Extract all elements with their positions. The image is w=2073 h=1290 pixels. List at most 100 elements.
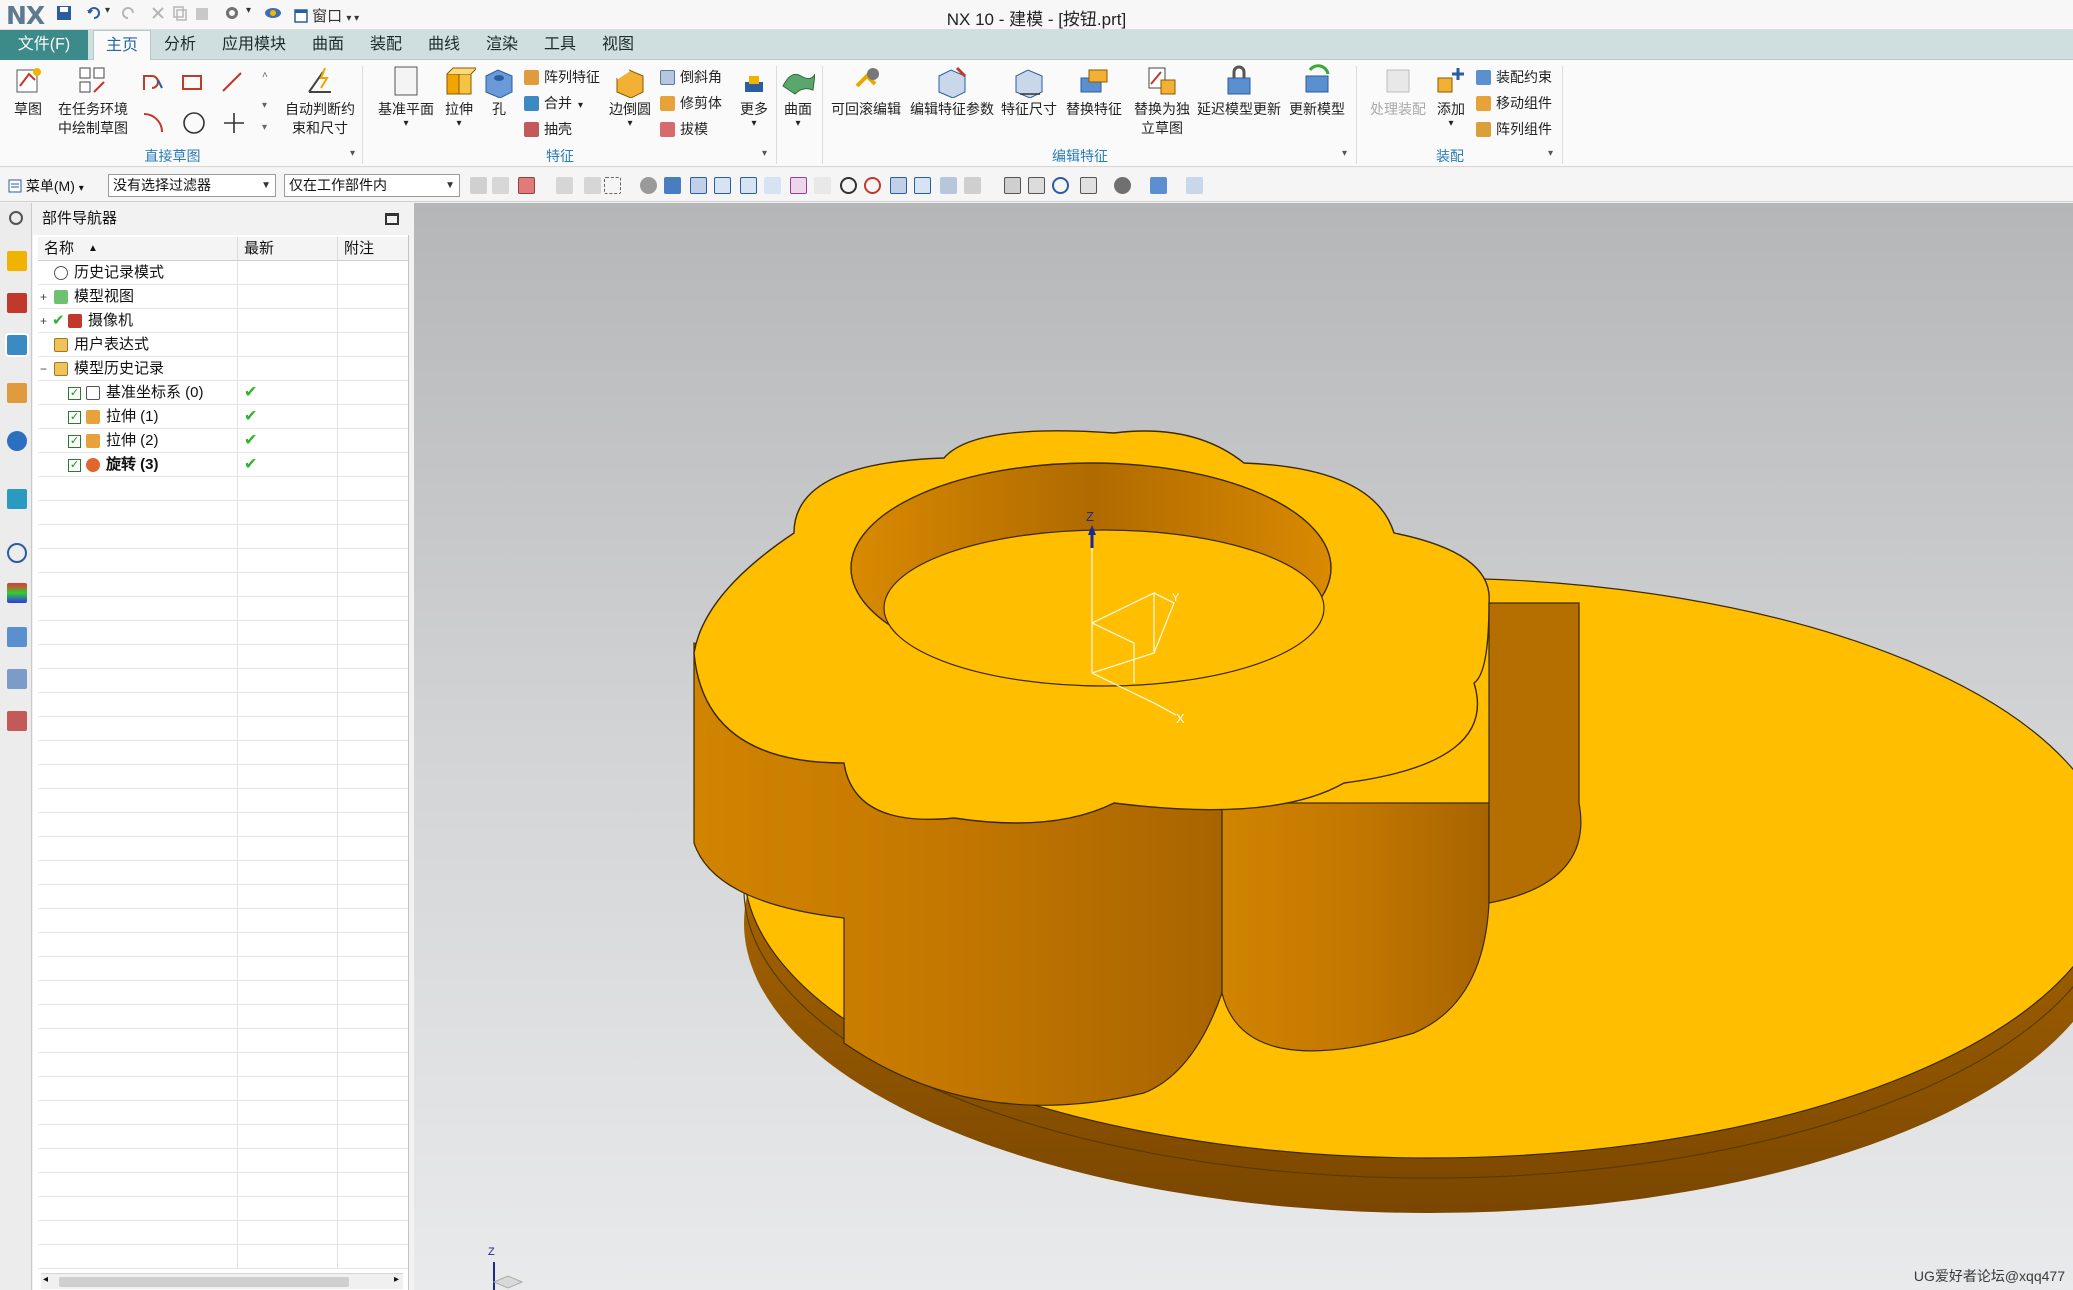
unite-button[interactable]: 合并 ▾ xyxy=(524,92,583,114)
column-name[interactable]: 名称 ▲ xyxy=(38,237,238,261)
group-assembly-menu-icon[interactable]: ▾ xyxy=(1548,148,1553,159)
point-icon[interactable] xyxy=(221,110,247,140)
column-note[interactable]: 附注 xyxy=(338,237,408,261)
sketch-button[interactable]: 草图 xyxy=(6,64,50,119)
part-navigator-icon[interactable] xyxy=(5,333,29,357)
snap-existing-point-icon[interactable] xyxy=(890,177,907,194)
tree-row[interactable]: ✓ 拉伸 (1) ✔ xyxy=(38,405,408,429)
tab-curve[interactable]: 曲线 xyxy=(418,30,470,60)
tree-row[interactable]: + 模型视图 xyxy=(38,285,408,309)
render-style-icon[interactable] xyxy=(1114,177,1131,194)
assembly-constraint-button[interactable]: 装配约束 xyxy=(1476,66,1552,88)
roles-icon[interactable] xyxy=(7,711,27,731)
manufacturing-wizard-icon[interactable] xyxy=(7,669,27,689)
maximize-icon[interactable] xyxy=(385,213,399,225)
snap-quadrant-icon[interactable] xyxy=(864,177,881,194)
select-solid-icon[interactable] xyxy=(664,177,681,194)
tree-row[interactable]: + ✔ 摄像机 xyxy=(38,309,408,333)
tab-application[interactable]: 应用模块 xyxy=(212,30,296,60)
snap-end-icon[interactable] xyxy=(714,177,731,194)
datum-plane-button[interactable]: 基准平面 ▾ xyxy=(370,64,442,129)
add-component-button[interactable]: 添加 ▾ xyxy=(1432,64,1470,129)
selection-filter-select[interactable]: 没有选择过滤器 ▼ xyxy=(108,174,276,197)
snap-intersect-icon[interactable] xyxy=(790,177,807,194)
tab-tools[interactable]: 工具 xyxy=(534,30,586,60)
tree-row[interactable]: ✓ 拉伸 (2) ✔ xyxy=(38,429,408,453)
snap-perp-icon[interactable] xyxy=(814,177,831,194)
tab-render[interactable]: 渲染 xyxy=(476,30,528,60)
rectangle-select-icon[interactable] xyxy=(604,177,621,194)
shell-button[interactable]: 抽壳 xyxy=(524,118,572,140)
select-curve-icon[interactable] xyxy=(584,177,601,194)
view-fit-icon[interactable] xyxy=(1004,177,1021,194)
tab-analysis[interactable]: 分析 xyxy=(153,30,207,60)
web-browser-icon[interactable] xyxy=(7,489,27,509)
rollback-edit-button[interactable]: 可回滚编辑 xyxy=(826,64,906,119)
replace-feature-button[interactable]: 替换特征 xyxy=(1062,64,1126,119)
arc-icon[interactable] xyxy=(140,110,166,140)
reuse-library-icon[interactable] xyxy=(7,383,27,403)
tree-row[interactable]: − 模型历史记录 xyxy=(38,357,408,381)
move-component-button[interactable]: 移动组件 xyxy=(1476,92,1552,114)
select-face-icon[interactable] xyxy=(518,177,535,194)
surface-button[interactable]: 曲面 ▾ xyxy=(780,64,816,129)
tree-row[interactable]: 用户表达式 xyxy=(38,333,408,357)
settings-icon[interactable] xyxy=(9,211,23,225)
column-latest[interactable]: 最新 xyxy=(238,237,338,261)
chamfer-button[interactable]: 倒斜角 xyxy=(660,66,722,88)
view-orientation-icon[interactable] xyxy=(1080,177,1097,194)
select-point-icon[interactable] xyxy=(640,177,657,194)
scroll-right-icon[interactable]: ▸ xyxy=(394,1274,399,1285)
snap-grid-icon[interactable] xyxy=(690,177,707,194)
process-assembly-button[interactable]: 处理装配 xyxy=(1362,64,1434,119)
circle-icon[interactable] xyxy=(181,110,207,140)
part-model-render[interactable]: Z X Y Z xyxy=(414,203,2073,1290)
tab-view[interactable]: 视图 xyxy=(592,30,644,60)
visibility-checkbox[interactable]: ✓ xyxy=(68,459,81,472)
history-icon[interactable] xyxy=(7,543,27,563)
select-feature-icon[interactable] xyxy=(470,177,487,194)
tab-assembly[interactable]: 装配 xyxy=(360,30,412,60)
scroll-left-icon[interactable]: ◂ xyxy=(43,1274,48,1285)
snap-center-icon[interactable] xyxy=(840,177,857,194)
edit-feature-params-button[interactable]: 编辑特征参数 xyxy=(908,64,996,119)
snap-bounded-icon[interactable] xyxy=(964,177,981,194)
delay-update-button[interactable]: 延迟模型更新 xyxy=(1196,64,1282,119)
assembly-navigator-icon[interactable] xyxy=(7,251,27,271)
collapse-icon[interactable]: − xyxy=(40,357,47,381)
tree-row[interactable]: ✓ 旋转 (3) ✔ xyxy=(38,453,408,477)
selection-scope-select[interactable]: 仅在工作部件内 ▼ xyxy=(284,174,460,197)
extrude-button[interactable]: 拉伸 ▾ xyxy=(438,64,480,129)
group-feature-menu-icon[interactable]: ▾ xyxy=(762,148,767,159)
system-materials-icon[interactable] xyxy=(7,583,27,603)
menu-button[interactable]: 菜单(M) ▾ xyxy=(8,176,84,196)
process-studio-icon[interactable] xyxy=(7,627,27,647)
task-env-sketch-button[interactable]: 在任务环境 中绘制草图 xyxy=(52,64,134,138)
visibility-checkbox[interactable]: ✓ xyxy=(68,435,81,448)
feature-dimensions-button[interactable]: 特征尺寸 xyxy=(998,64,1060,119)
edge-blend-button[interactable]: 边倒圆 ▾ xyxy=(604,64,656,129)
auto-constraint-button[interactable]: 自动判断约 束和尺寸 xyxy=(282,64,358,138)
pattern-feature-button[interactable]: 阵列特征 xyxy=(524,66,600,88)
view-rotate-icon[interactable] xyxy=(1052,177,1069,194)
group-direct-sketch-menu-icon[interactable]: ▾ xyxy=(350,148,355,159)
snap-mid-icon[interactable] xyxy=(740,177,757,194)
view-edit-section-icon[interactable] xyxy=(1150,177,1167,194)
tree-row[interactable]: 历史记录模式 xyxy=(38,261,408,285)
rectangle-icon[interactable] xyxy=(181,72,205,98)
select-edge-icon[interactable] xyxy=(556,177,573,194)
snap-curve-icon[interactable] xyxy=(764,177,781,194)
pattern-component-button[interactable]: 阵列组件 xyxy=(1476,118,1552,140)
replace-sketch-button[interactable]: 替换为独 立草图 xyxy=(1128,64,1196,138)
expand-icon[interactable]: + xyxy=(40,309,47,333)
hole-button[interactable]: 孔 xyxy=(480,64,518,119)
tab-home[interactable]: 主页 xyxy=(93,30,151,61)
more-button[interactable]: 更多 ▾ xyxy=(734,72,774,129)
line-icon[interactable] xyxy=(220,70,244,98)
profile-icon[interactable] xyxy=(140,70,166,100)
help-icon[interactable] xyxy=(7,431,27,451)
tree-row[interactable]: ✓ 基准坐标系 (0) ✔ xyxy=(38,381,408,405)
gallery-expand-icon[interactable]: ▾ xyxy=(262,122,267,133)
visibility-checkbox[interactable]: ✓ xyxy=(68,411,81,424)
snap-on-face-icon[interactable] xyxy=(940,177,957,194)
